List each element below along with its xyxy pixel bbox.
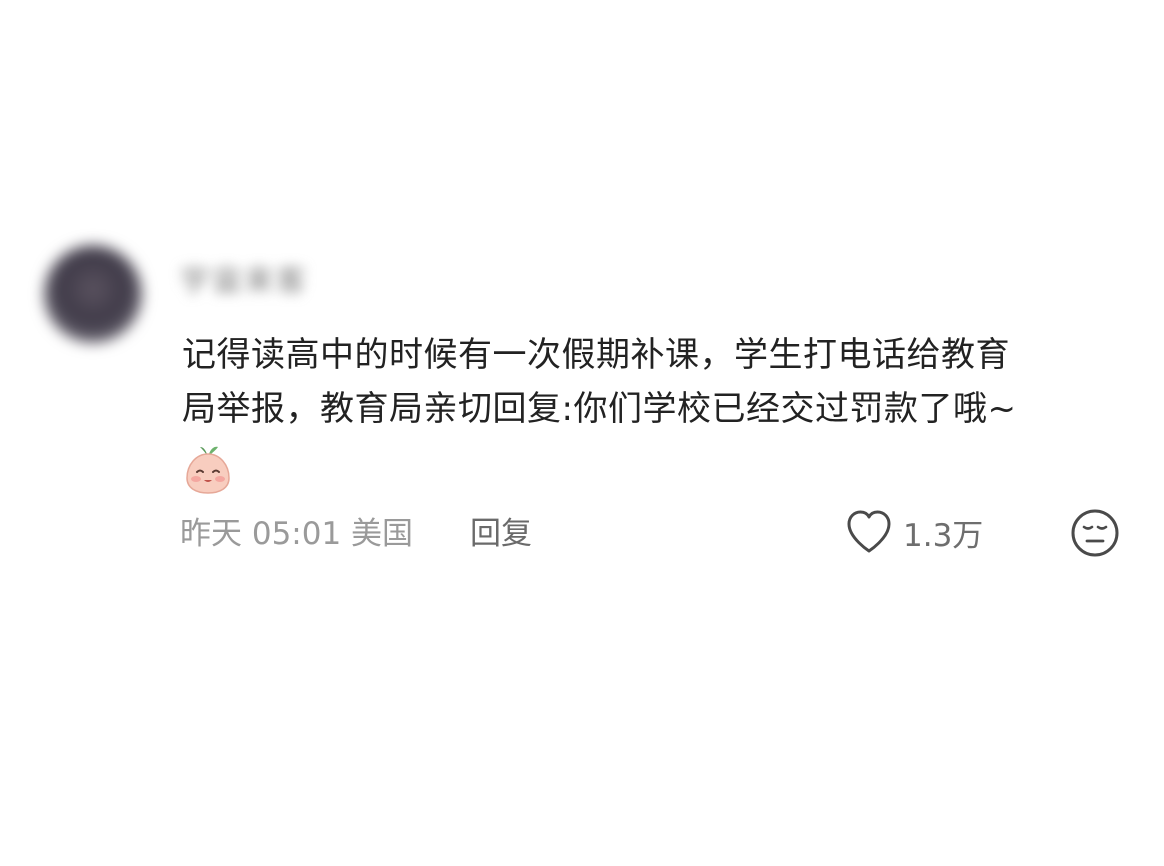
comment-text-line: 局举报，教育局亲切回复:你们学校已经交过罚款了哦~: [182, 389, 1017, 429]
expressionless-face-icon[interactable]: [1070, 508, 1120, 558]
comment-item: 宇宙来客 记得读高中的时候有一次假期补课，学生打电话给教育 局举报，教育局亲切回…: [0, 0, 1164, 866]
like-count: 1.3万: [903, 517, 984, 554]
like-button[interactable]: 1.3万: [845, 506, 983, 558]
heart-outline-icon: [847, 510, 891, 553]
comment-text-line: 记得读高中的时候有一次假期补课，学生打电话给教育: [182, 335, 1010, 375]
reply-button[interactable]: 回复: [470, 508, 532, 553]
comment-text: 记得读高中的时候有一次假期补课，学生打电话给教育 局举报，教育局亲切回复:你们学…: [182, 328, 1142, 436]
avatar[interactable]: [44, 245, 142, 343]
smiling-peach-emoji-icon: [186, 446, 230, 494]
username[interactable]: 宇宙来客: [180, 256, 308, 300]
comment-timestamp: 昨天 05:01 美国: [180, 516, 414, 552]
